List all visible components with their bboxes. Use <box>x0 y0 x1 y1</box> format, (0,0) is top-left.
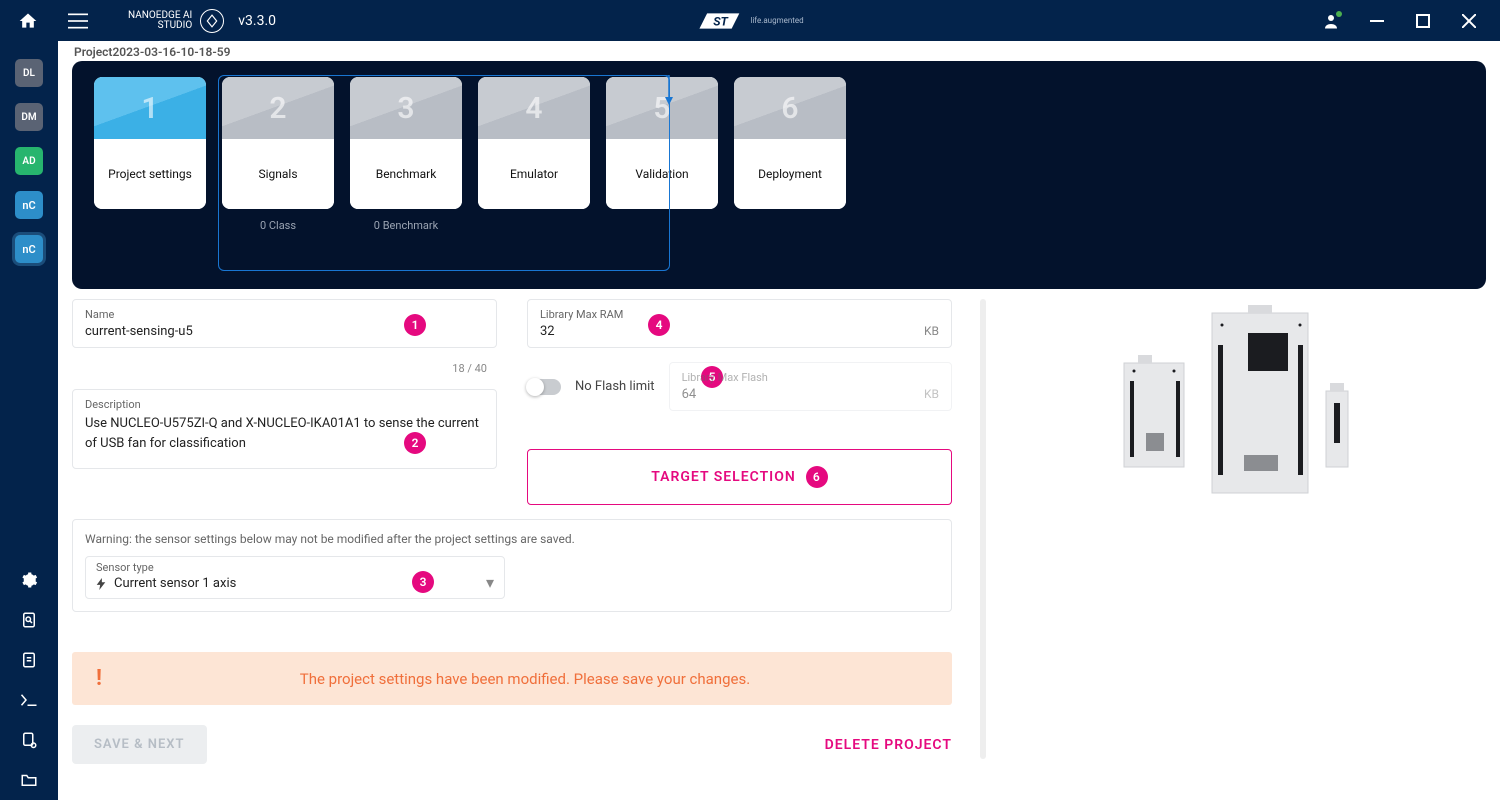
sidebar-item-ad[interactable]: AD <box>15 147 43 175</box>
version-label: v3.3.0 <box>238 13 276 29</box>
flash-value: 64 <box>682 387 697 402</box>
brand-line1: NANOEDGE AI <box>128 11 192 21</box>
alert-text: The project settings have been modified.… <box>122 670 928 688</box>
step-label: Validation <box>606 139 718 209</box>
maximize-icon <box>1416 14 1430 28</box>
ram-field[interactable]: Library Max RAM 32 KB 4 <box>527 299 952 348</box>
brand-logo-icon <box>200 9 224 33</box>
close-button[interactable] <box>1446 1 1492 41</box>
annotation-badge-3: 3 <box>412 571 434 593</box>
step-benchmark[interactable]: 3 Benchmark <box>350 77 462 209</box>
description-label: Description <box>85 398 484 411</box>
target-selection-button[interactable]: TARGET SELECTION 6 <box>527 449 952 505</box>
sidebar-item-dm[interactable]: DM <box>15 103 43 131</box>
document-icon <box>20 651 38 669</box>
settings-button[interactable] <box>9 560 49 600</box>
sidebar-item-dl[interactable]: DL <box>15 59 43 87</box>
step-number: 5 <box>653 91 670 126</box>
scrollbar[interactable] <box>980 299 986 759</box>
brand-line2: STUDIO <box>128 21 192 31</box>
flash-toggle-label: No Flash limit <box>575 379 655 394</box>
brand: NANOEDGE AI STUDIO v3.3.0 <box>128 9 276 33</box>
sidebar: DL DM AD nC nC <box>0 41 58 800</box>
step-label: Project settings <box>94 139 206 209</box>
step-subtext: 0 Benchmark <box>374 219 438 232</box>
project-name-header: Project2023-03-16-10-18-59 <box>58 41 1500 61</box>
gear-icon <box>20 571 38 589</box>
step-label: Deployment <box>734 139 846 209</box>
target-selection-label: TARGET SELECTION <box>651 469 796 485</box>
flash-field: Library Max Flash 64 KB <box>669 362 952 411</box>
step-subtext: 0 Class <box>260 219 296 232</box>
st-tagline: life.augmented <box>750 16 803 25</box>
step-number: 6 <box>781 91 798 126</box>
annotation-badge-4: 4 <box>648 314 670 336</box>
search-file-icon <box>20 611 38 629</box>
name-field[interactable]: Name current-sensing-u5 1 <box>72 299 497 348</box>
search-file-button[interactable] <box>9 600 49 640</box>
step-signals[interactable]: 2 Signals <box>222 77 334 209</box>
step-emulator[interactable]: 4 Emulator <box>478 77 590 209</box>
sidebar-item-nc2[interactable]: nC <box>15 235 43 263</box>
step-validation[interactable]: 5 Validation <box>606 77 718 209</box>
ram-label: Library Max RAM <box>540 308 939 321</box>
terminal-button[interactable] <box>9 680 49 720</box>
user-button[interactable] <box>1308 1 1354 41</box>
document-button[interactable] <box>9 640 49 680</box>
folder-open-icon <box>20 772 38 788</box>
annotation-badge-2: 2 <box>404 432 426 454</box>
maximize-button[interactable] <box>1400 1 1446 41</box>
step-number: 2 <box>269 91 286 126</box>
folder-button[interactable] <box>9 760 49 800</box>
step-deployment[interactable]: 6 Deployment <box>734 77 846 209</box>
close-icon <box>1462 14 1476 28</box>
annotation-badge-1: 1 <box>404 314 426 336</box>
step-project-settings[interactable]: 1 Project settings <box>94 77 206 209</box>
minimize-button[interactable] <box>1354 1 1400 41</box>
step-label: Signals <box>222 139 334 209</box>
ram-value: 32 <box>540 324 555 339</box>
description-field[interactable]: Description Use NUCLEO-U575ZI-Q and X-NU… <box>72 389 497 469</box>
center-logo: ST life.augmented <box>696 7 803 35</box>
ram-unit: KB <box>924 324 939 338</box>
st-logo-icon: ST <box>696 7 742 35</box>
steps-panel: 1 Project settings 2 Signals 0 Class 3 <box>72 61 1486 289</box>
board-icon <box>1116 305 1376 505</box>
chevron-down-icon: ▾ <box>486 573 494 592</box>
sensor-warning: Warning: the sensor settings below may n… <box>85 532 939 546</box>
sensor-panel: Warning: the sensor settings below may n… <box>72 519 952 612</box>
sensor-type-value: Current sensor 1 axis <box>114 576 236 591</box>
file-gear-icon <box>20 731 38 749</box>
step-label: Emulator <box>478 139 590 209</box>
home-icon <box>18 11 38 31</box>
user-status-dot <box>1336 11 1342 17</box>
menu-button[interactable] <box>58 1 98 41</box>
sensor-type-select[interactable]: Sensor type Current sensor 1 axis ▾ 3 <box>85 556 505 599</box>
titlebar: NANOEDGE AI STUDIO v3.3.0 ST life.augmen… <box>0 0 1500 41</box>
name-counter: 18 / 40 <box>452 362 487 375</box>
step-number: 1 <box>141 91 158 126</box>
hamburger-icon <box>68 13 88 29</box>
flash-limit-toggle[interactable] <box>527 379 561 395</box>
annotation-badge-6: 6 <box>806 466 828 488</box>
exclamation-icon: ! <box>96 666 102 691</box>
step-number: 3 <box>397 91 414 126</box>
board-preview <box>1006 299 1486 786</box>
delete-project-button[interactable]: DELETE PROJECT <box>825 737 952 753</box>
step-number: 4 <box>525 91 542 126</box>
flash-label: Library Max Flash <box>682 371 939 384</box>
sidebar-item-nc1[interactable]: nC <box>15 191 43 219</box>
minimize-icon <box>1370 20 1384 22</box>
flash-unit: KB <box>924 387 939 401</box>
step-label: Benchmark <box>350 139 462 209</box>
sensor-type-label: Sensor type <box>96 561 154 574</box>
terminal-icon <box>20 693 38 707</box>
home-button[interactable] <box>8 1 48 41</box>
svg-text:ST: ST <box>713 14 729 28</box>
export-button[interactable] <box>9 720 49 760</box>
alert-bar: ! The project settings have been modifie… <box>72 652 952 705</box>
save-next-button[interactable]: SAVE & NEXT <box>72 725 207 764</box>
bolt-icon <box>96 578 106 590</box>
